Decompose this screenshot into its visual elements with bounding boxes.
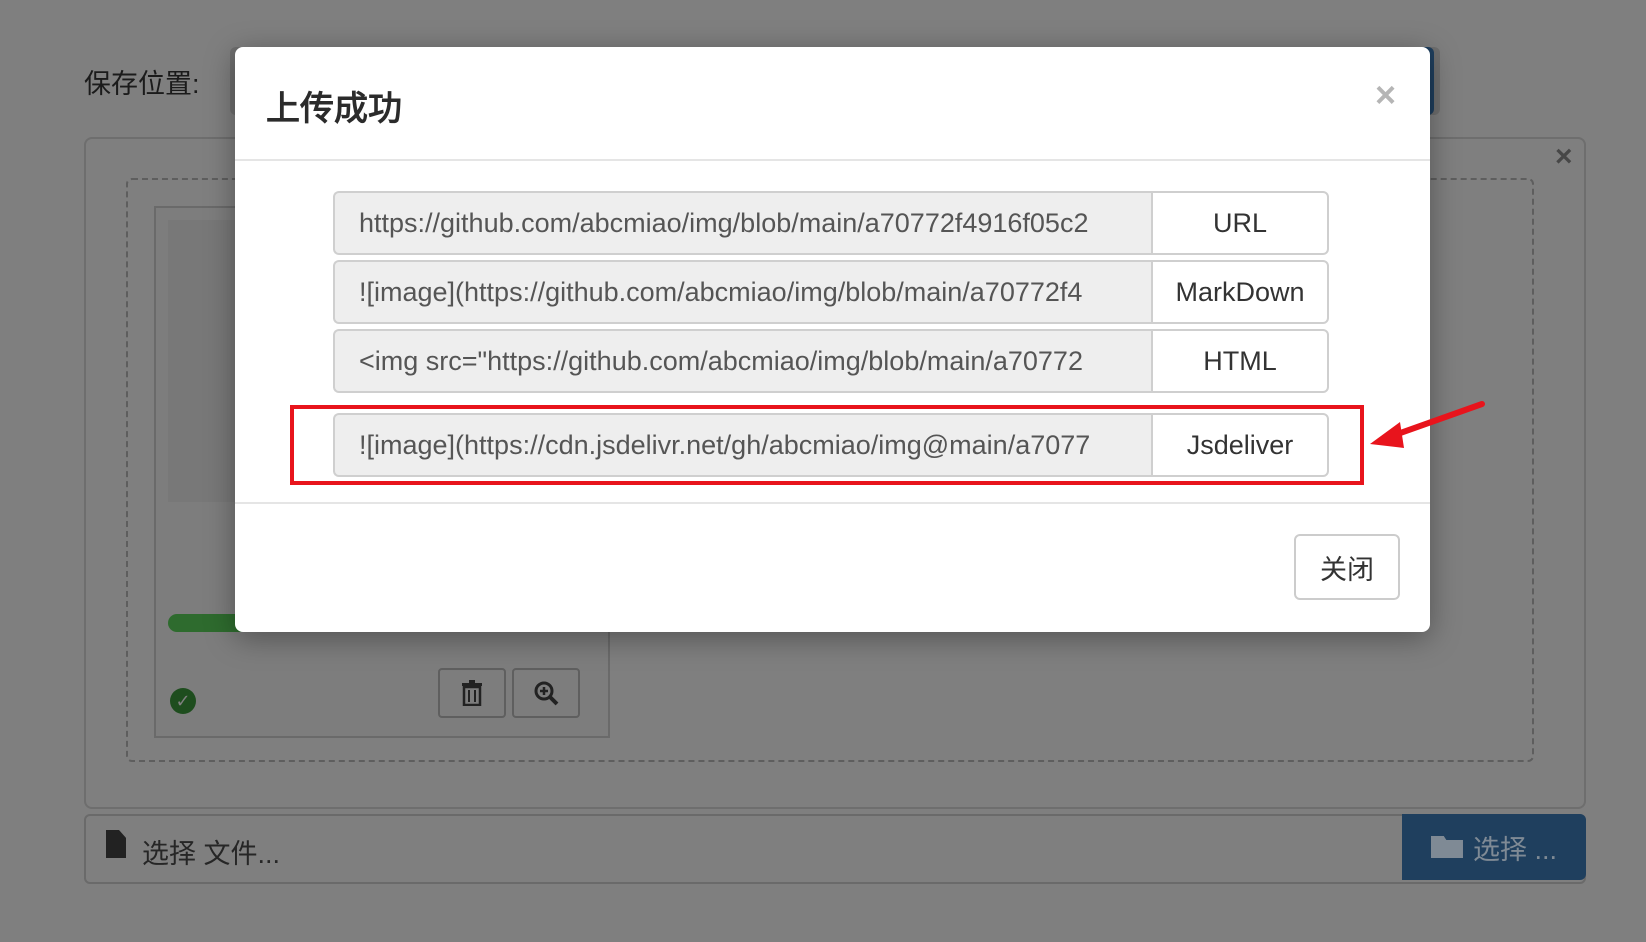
dialog-header: 上传成功 ×: [235, 47, 1430, 161]
link-row-url: URL: [333, 191, 1329, 255]
red-arrow-icon: [1370, 401, 1485, 448]
link-row-markdown: MarkDown: [333, 260, 1329, 324]
link-row-html: HTML: [333, 329, 1329, 393]
html-link-field[interactable]: [333, 329, 1151, 393]
file-icon: [106, 830, 126, 858]
file-select-row[interactable]: 选择 文件... 选择 ...: [84, 814, 1586, 884]
close-dialog-button[interactable]: 关闭: [1294, 534, 1400, 600]
jsdeliver-highlight-box: [290, 405, 1364, 485]
dialog-close-icon[interactable]: ×: [1375, 77, 1396, 113]
markdown-link-field[interactable]: [333, 260, 1151, 324]
copy-html-button[interactable]: HTML: [1151, 329, 1329, 393]
dialog-footer: 关闭: [235, 502, 1430, 634]
browse-file-button-label: 选择 ...: [1472, 834, 1557, 865]
save-location-label: 保存位置:: [84, 69, 200, 99]
zoom-in-icon: [534, 681, 559, 706]
dialog-title: 上传成功: [266, 90, 402, 128]
delete-file-button[interactable]: [438, 668, 506, 718]
zoom-file-button[interactable]: [512, 668, 580, 718]
copy-url-button[interactable]: URL: [1151, 191, 1329, 255]
upload-success-dialog: 上传成功 × URL MarkDown HTML Jsdeliver 关闭: [235, 47, 1430, 632]
trash-icon: [462, 680, 482, 706]
browse-file-button[interactable]: 选择 ...: [1402, 814, 1586, 880]
url-link-field[interactable]: [333, 191, 1151, 255]
copy-markdown-button[interactable]: MarkDown: [1151, 260, 1329, 324]
upload-success-icon: ✓: [170, 688, 196, 714]
file-select-placeholder: 选择 文件...: [142, 839, 281, 869]
upload-panel-close-icon[interactable]: ×: [1555, 140, 1573, 174]
folder-open-icon: [1430, 836, 1463, 858]
